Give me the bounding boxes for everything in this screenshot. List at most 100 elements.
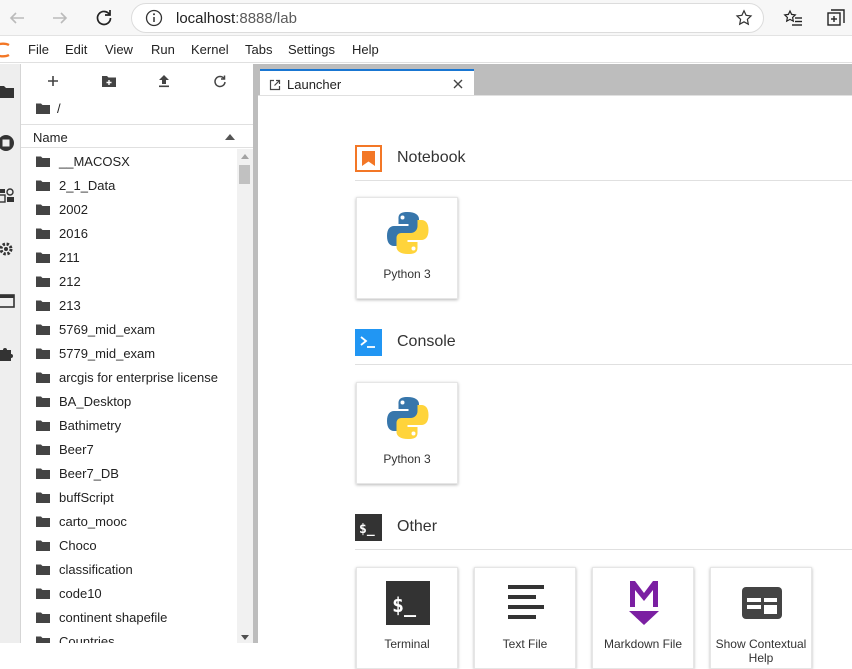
file-row[interactable]: 2_1_Data	[21, 173, 237, 197]
file-row[interactable]: __MACOSX	[21, 149, 237, 173]
folder-icon	[36, 612, 50, 623]
file-row[interactable]: 5779_mid_exam	[21, 341, 237, 365]
scrollbar-thumb[interactable]	[239, 165, 250, 184]
reload-button[interactable]	[92, 6, 116, 30]
file-row[interactable]: continent shapefile	[21, 605, 237, 629]
back-button[interactable]	[5, 6, 29, 30]
file-row[interactable]: Choco	[21, 533, 237, 557]
folder-icon	[36, 348, 50, 359]
menu-tabs[interactable]: Tabs	[245, 42, 272, 57]
file-name: Countries	[59, 633, 115, 644]
folder-icon	[36, 588, 50, 599]
file-row[interactable]: buffScript	[21, 485, 237, 509]
console-divider	[355, 364, 852, 365]
menu-bar: File Edit View Run Kernel Tabs Settings …	[0, 37, 852, 63]
open-tabs-icon[interactable]	[0, 292, 15, 310]
file-row[interactable]: Bathimetry	[21, 413, 237, 437]
commands-palette-icon[interactable]	[0, 186, 15, 204]
menu-settings[interactable]: Settings	[288, 42, 335, 57]
folder-icon	[36, 156, 50, 167]
file-name: 2002	[59, 201, 88, 217]
folder-icon	[36, 324, 50, 335]
menu-file[interactable]: File	[28, 42, 49, 57]
forward-button[interactable]	[48, 6, 72, 30]
folder-icon	[36, 444, 50, 455]
file-list-scrollbar[interactable]	[237, 149, 253, 643]
contextual-help-card[interactable]: Show Contextual Help	[710, 567, 812, 669]
file-browser-panel: / Name __MACOSX 2_1_Data 2002 2016 211 212 213…	[21, 64, 253, 643]
notebook-section-icon	[355, 145, 382, 172]
name-column-header[interactable]: Name	[33, 130, 68, 145]
tab-label: Launcher	[287, 77, 342, 92]
text-file-card[interactable]: Text File	[474, 567, 576, 669]
notebook-section-header: Notebook	[355, 145, 852, 173]
file-row[interactable]: BA_Desktop	[21, 389, 237, 413]
console-python3-card[interactable]: Python 3	[356, 382, 458, 484]
folder-tab-icon[interactable]	[0, 82, 15, 100]
terminal-card[interactable]: $_ Terminal	[356, 567, 458, 669]
other-section-terminal-icon: $_	[355, 514, 382, 541]
file-row[interactable]: 212	[21, 269, 237, 293]
favorites-button[interactable]	[781, 6, 805, 30]
upload-button[interactable]	[153, 70, 175, 92]
file-name: code10	[59, 585, 102, 601]
markdown-file-card[interactable]: Markdown File	[592, 567, 694, 669]
info-icon[interactable]	[145, 9, 163, 27]
file-row[interactable]: code10	[21, 581, 237, 605]
file-name: buffScript	[59, 489, 114, 505]
menu-run[interactable]: Run	[151, 42, 175, 57]
file-row[interactable]: 2016	[21, 221, 237, 245]
file-name: __MACOSX	[59, 153, 130, 169]
menu-view[interactable]: View	[105, 42, 133, 57]
file-row[interactable]: Beer7_DB	[21, 461, 237, 485]
jupyter-logo-icon	[0, 42, 10, 58]
menu-help[interactable]: Help	[352, 42, 379, 57]
folder-icon	[36, 276, 50, 287]
address-bar[interactable]: localhost:8888/lab	[131, 3, 764, 33]
folder-icon	[36, 228, 50, 239]
close-tab-icon[interactable]	[452, 78, 464, 90]
scroll-up-arrow-icon[interactable]	[241, 154, 249, 159]
file-row[interactable]: 5769_mid_exam	[21, 317, 237, 341]
folder-icon	[36, 252, 50, 263]
folder-icon	[36, 300, 50, 311]
console-section-header: Console	[355, 329, 852, 357]
folder-icon	[36, 180, 50, 191]
file-row[interactable]: classification	[21, 557, 237, 581]
launcher-tab-icon	[269, 79, 281, 91]
file-row[interactable]: 213	[21, 293, 237, 317]
file-row[interactable]: carto_mooc	[21, 509, 237, 533]
file-row[interactable]: Countries	[21, 629, 237, 643]
other-divider	[355, 549, 852, 550]
file-name: continent shapefile	[59, 609, 168, 625]
menu-kernel[interactable]: Kernel	[191, 42, 229, 57]
menu-edit[interactable]: Edit	[65, 42, 87, 57]
file-row[interactable]: 2002	[21, 197, 237, 221]
file-row[interactable]: 211	[21, 245, 237, 269]
svg-text:$_: $_	[359, 522, 375, 537]
scroll-down-arrow-icon[interactable]	[241, 635, 249, 640]
running-sessions-icon[interactable]	[0, 134, 15, 152]
file-name: 212	[59, 273, 81, 289]
file-name: carto_mooc	[59, 513, 127, 529]
file-name: 211	[59, 249, 80, 265]
property-inspector-gear-icon[interactable]	[0, 240, 15, 258]
new-launcher-button[interactable]	[42, 70, 64, 92]
folder-icon	[36, 492, 50, 503]
breadcrumb-root[interactable]: /	[57, 101, 61, 116]
root-folder-icon[interactable]	[35, 102, 51, 115]
file-row[interactable]: Beer7	[21, 437, 237, 461]
file-row[interactable]: arcgis for enterprise license	[21, 365, 237, 389]
notebook-python3-card[interactable]: Python 3	[356, 197, 458, 299]
card-label: Show Contextual Help	[715, 637, 807, 665]
card-label: Markdown File	[603, 637, 683, 651]
launcher-panel	[258, 95, 852, 643]
extension-manager-puzzle-icon[interactable]	[0, 344, 15, 362]
refresh-button[interactable]	[209, 70, 231, 92]
favorite-star-icon[interactable]	[735, 9, 753, 27]
new-folder-icon	[102, 76, 116, 87]
sort-ascending-icon[interactable]	[225, 134, 235, 140]
new-folder-button[interactable]	[98, 70, 120, 92]
collections-button[interactable]	[824, 6, 848, 30]
file-name: Choco	[59, 537, 97, 553]
